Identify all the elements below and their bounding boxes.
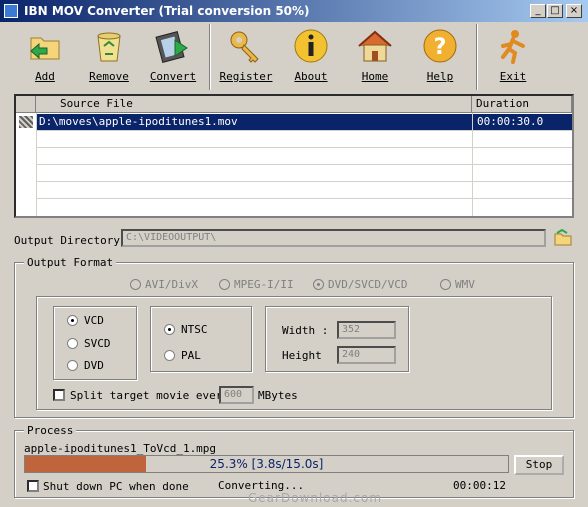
split-size-field[interactable]: 600 [219, 386, 254, 404]
film-convert-icon [155, 30, 188, 64]
current-file-label: apple-ipoditunes1_ToVcd_1.mpg [24, 442, 217, 455]
exit-label: Exit [499, 70, 527, 83]
watermark: GearDownload.com [248, 491, 383, 505]
svcd-radio[interactable] [67, 338, 78, 349]
maximize-button[interactable]: □ [547, 4, 563, 18]
shutdown-checkbox[interactable] [27, 480, 39, 492]
source-file-list[interactable]: Source File Duration D:\moves\apple-ipod… [14, 94, 574, 218]
row-marker-icon [19, 116, 33, 128]
process-legend: Process [24, 424, 77, 437]
toolbar-separator [209, 24, 211, 90]
svg-text:?: ? [434, 35, 447, 60]
pal-radio[interactable] [164, 350, 175, 361]
svcd-label: SVCD [84, 337, 111, 350]
grid-line [36, 198, 572, 199]
grid-line [36, 130, 572, 131]
help-button[interactable]: ? Help [409, 26, 471, 90]
cell-duration: 00:00:30.0 [473, 114, 572, 130]
table-row[interactable]: D:\moves\apple-ipoditunes1.mov 00:00:30.… [16, 114, 572, 130]
cell-source: D:\moves\apple-ipoditunes1.mov [37, 114, 472, 130]
shutdown-label: Shut down PC when done [43, 480, 189, 493]
convert-label: Convert [149, 70, 197, 83]
add-button[interactable]: Add [14, 26, 76, 90]
output-format-legend: Output Format [24, 256, 117, 269]
close-button[interactable]: × [566, 4, 582, 18]
toolbar-separator [476, 24, 478, 90]
ntsc-radio[interactable] [164, 324, 175, 335]
dvd-radio[interactable] [67, 360, 78, 371]
dvd-label: DVD [84, 359, 104, 372]
exit-button[interactable]: Exit [482, 26, 544, 90]
grid-line [36, 147, 572, 148]
header-duration[interactable]: Duration [472, 96, 572, 113]
browse-button[interactable] [553, 228, 573, 247]
home-button[interactable]: Home [344, 26, 406, 90]
register-label: Register [219, 70, 273, 83]
elapsed-time: 00:00:12 [453, 479, 506, 492]
about-label: About [294, 70, 328, 83]
dvd-svcd-vcd-radio[interactable] [313, 279, 324, 290]
width-label: Width : [282, 324, 329, 337]
grid-line [36, 164, 572, 165]
question-icon: ? [423, 29, 457, 63]
pal-label: PAL [181, 349, 201, 362]
recycle-bin-icon [97, 32, 121, 62]
split-unit-label: MBytes [258, 389, 298, 402]
register-button[interactable]: Register [215, 26, 277, 90]
key-icon [230, 31, 259, 63]
home-label: Home [361, 70, 389, 83]
minimize-button[interactable]: _ [530, 4, 546, 18]
about-button[interactable]: About [280, 26, 342, 90]
height-field[interactable]: 240 [337, 346, 396, 364]
split-checkbox[interactable] [53, 389, 65, 401]
app-icon [4, 4, 18, 18]
height-label: Height [282, 349, 322, 362]
width-field[interactable]: 352 [337, 321, 396, 339]
wmv-label: WMV [455, 278, 475, 291]
tv-system-group [150, 306, 252, 372]
wmv-radio[interactable] [440, 279, 451, 290]
dvd-svcd-vcd-label: DVD/SVCD/VCD [328, 278, 408, 291]
info-icon [294, 29, 328, 63]
stop-button[interactable]: Stop [514, 455, 564, 475]
convert-button[interactable]: Convert [142, 26, 204, 90]
window-title: IBN MOV Converter (Trial conversion 50%) [24, 4, 310, 18]
ntsc-label: NTSC [181, 323, 208, 336]
avi-divx-label: AVI/DivX [145, 278, 198, 291]
vcd-label: VCD [84, 314, 104, 327]
header-source-file[interactable]: Source File [36, 96, 472, 113]
vcd-radio[interactable] [67, 315, 78, 326]
progress-text: 25.3% [3.8s/15.0s] [209, 457, 324, 471]
header-blank [16, 96, 36, 113]
grid-line [36, 181, 572, 182]
help-label: Help [426, 70, 454, 83]
add-folder-icon [30, 37, 60, 60]
house-icon [358, 30, 392, 62]
output-directory-label: Output Directory: [14, 234, 127, 247]
mpeg-radio[interactable] [219, 279, 230, 290]
mpeg-label: MPEG-I/II [234, 278, 294, 291]
open-folder-icon [554, 228, 572, 246]
avi-divx-radio[interactable] [130, 279, 141, 290]
add-label: Add [35, 70, 55, 83]
split-label: Split target movie every [70, 389, 229, 402]
remove-button[interactable]: Remove [78, 26, 140, 90]
remove-label: Remove [89, 70, 129, 83]
running-man-icon [501, 30, 525, 64]
output-directory-field[interactable]: C:\VIDEOOUTPUT\ [121, 229, 546, 247]
progress-bar: 25.3% [3.8s/15.0s] [24, 455, 509, 473]
